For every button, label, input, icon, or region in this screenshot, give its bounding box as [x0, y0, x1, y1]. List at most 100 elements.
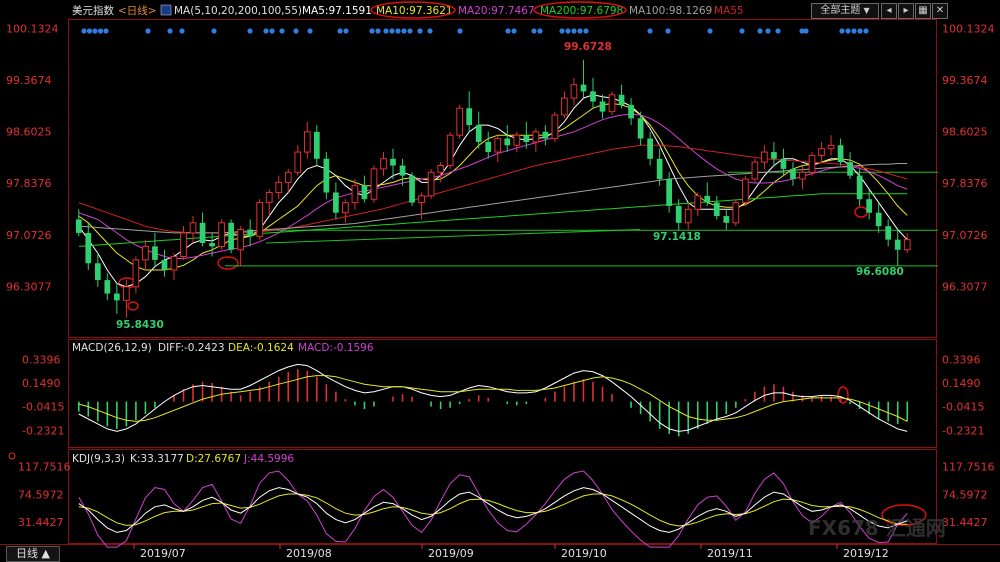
- event-dot: [401, 28, 407, 34]
- candle-body: [132, 259, 140, 288]
- theme-dropdown-label: 全部主题: [820, 5, 861, 16]
- macd-title: MACD(26,12,9): [72, 342, 152, 354]
- chart-canvas: 美元指数 <日线> MA(5,10,20,200,100,55) MA5:97.…: [0, 0, 1000, 562]
- event-dot: [86, 28, 93, 34]
- price-tick-label: 100.1324: [942, 23, 995, 36]
- candle-body: [247, 229, 254, 237]
- candle-body: [523, 135, 530, 142]
- candle-body: [694, 195, 702, 210]
- event-dot: [739, 28, 745, 34]
- event-dot: [571, 28, 577, 34]
- event-dot: [427, 28, 433, 34]
- candle-body: [303, 131, 311, 153]
- candle-body: [485, 141, 492, 153]
- price-tick-label: 99.3674: [6, 74, 52, 87]
- candle-body: [542, 131, 549, 139]
- candle-body: [380, 158, 387, 170]
- candle-body: [256, 202, 264, 237]
- candle-body: [790, 168, 796, 179]
- candle-body: [313, 131, 320, 159]
- price-tick-label: 100.1324: [6, 23, 59, 36]
- candle-body: [666, 179, 673, 206]
- event-dot: [179, 28, 185, 34]
- candle-body: [751, 161, 759, 180]
- symbol-label: 美元指数: [72, 4, 114, 17]
- candle-body: [85, 232, 92, 264]
- macd-tick-label: 0.1490: [22, 377, 61, 390]
- macd-diff-value: DIFF:-0.2423: [158, 342, 225, 354]
- candle-body: [866, 199, 873, 213]
- macd-value: MACD:-0.1596: [298, 342, 374, 354]
- candle-body: [218, 222, 225, 247]
- back-button[interactable]: ◂: [881, 3, 897, 19]
- candle-body: [761, 151, 768, 163]
- grid-icon: ▦: [918, 5, 928, 16]
- candle-body: [275, 181, 283, 193]
- macd-tick-label: 0.1490: [942, 377, 981, 390]
- event-dot: [457, 28, 463, 34]
- candle-body: [104, 280, 111, 294]
- price-tick-label: 97.8376: [6, 177, 52, 190]
- candle-body: [551, 114, 559, 140]
- event-dot: [337, 28, 343, 34]
- close-icon: ✕: [935, 5, 945, 16]
- candle-body: [894, 239, 901, 250]
- candle-body: [170, 256, 178, 271]
- event-dot: [383, 28, 389, 34]
- event-dot: [263, 28, 269, 34]
- candle-body: [437, 165, 444, 173]
- event-dot: [775, 28, 781, 34]
- candle-body: [409, 175, 415, 203]
- event-dot: [537, 28, 543, 34]
- kdj-d-value: D:27.6767: [186, 453, 241, 465]
- candle-body: [265, 191, 273, 204]
- candle-body: [209, 243, 215, 247]
- arrow-right-icon: ▸: [903, 5, 909, 16]
- event-dot: [369, 28, 375, 34]
- ma200-value: MA200:97.6798: [540, 5, 623, 17]
- period-tab[interactable]: 日线 ▲: [6, 546, 60, 562]
- event-dot: [92, 28, 98, 34]
- event-dot: [343, 28, 349, 34]
- candle-body: [361, 185, 368, 200]
- candle-body: [856, 175, 863, 200]
- candle-body: [370, 168, 378, 200]
- grid-button[interactable]: ▦: [915, 3, 931, 19]
- candle-body: [713, 202, 720, 217]
- candle-body: [199, 222, 206, 244]
- event-dot: [647, 28, 653, 34]
- time-tick-label: 2019/10: [561, 547, 607, 560]
- candle-body: [684, 208, 692, 224]
- candle-body: [570, 84, 578, 99]
- kdj-legend: KDJ(9,3,3) K:33.3177 D:27.6767 J:44.5996: [72, 453, 294, 465]
- event-dot: [665, 28, 671, 34]
- ma-settings-icon[interactable]: [160, 4, 172, 16]
- event-dot: [167, 28, 173, 34]
- candle-body: [704, 195, 711, 203]
- candle-body: [342, 202, 349, 214]
- event-dot: [407, 28, 413, 34]
- event-dot: [103, 28, 109, 34]
- event-dot: [845, 28, 851, 34]
- candle-body: [294, 151, 302, 173]
- candle-body: [427, 171, 435, 197]
- candle-body: [446, 134, 454, 167]
- candle-body: [456, 107, 464, 136]
- candle-body: [590, 91, 596, 102]
- candle-body: [75, 219, 82, 233]
- close-button[interactable]: ✕: [932, 3, 948, 19]
- candle-body: [189, 222, 197, 234]
- candle-body: [351, 185, 359, 204]
- time-tick-label: 2019/12: [843, 547, 889, 560]
- macd-legend: MACD(26,12,9) DIFF:-0.2423 DEA:-0.1624 M…: [72, 342, 374, 354]
- candle-body: [466, 108, 473, 126]
- event-dot: [307, 28, 313, 34]
- theme-dropdown[interactable]: 全部主题 ▼: [811, 3, 879, 19]
- event-dot: [145, 28, 151, 34]
- candle-body: [818, 148, 825, 156]
- event-dot: [851, 28, 857, 34]
- forward-button[interactable]: ▸: [898, 3, 914, 19]
- candle-body: [599, 101, 606, 112]
- candle-body: [608, 94, 616, 113]
- candle-body: [675, 205, 682, 223]
